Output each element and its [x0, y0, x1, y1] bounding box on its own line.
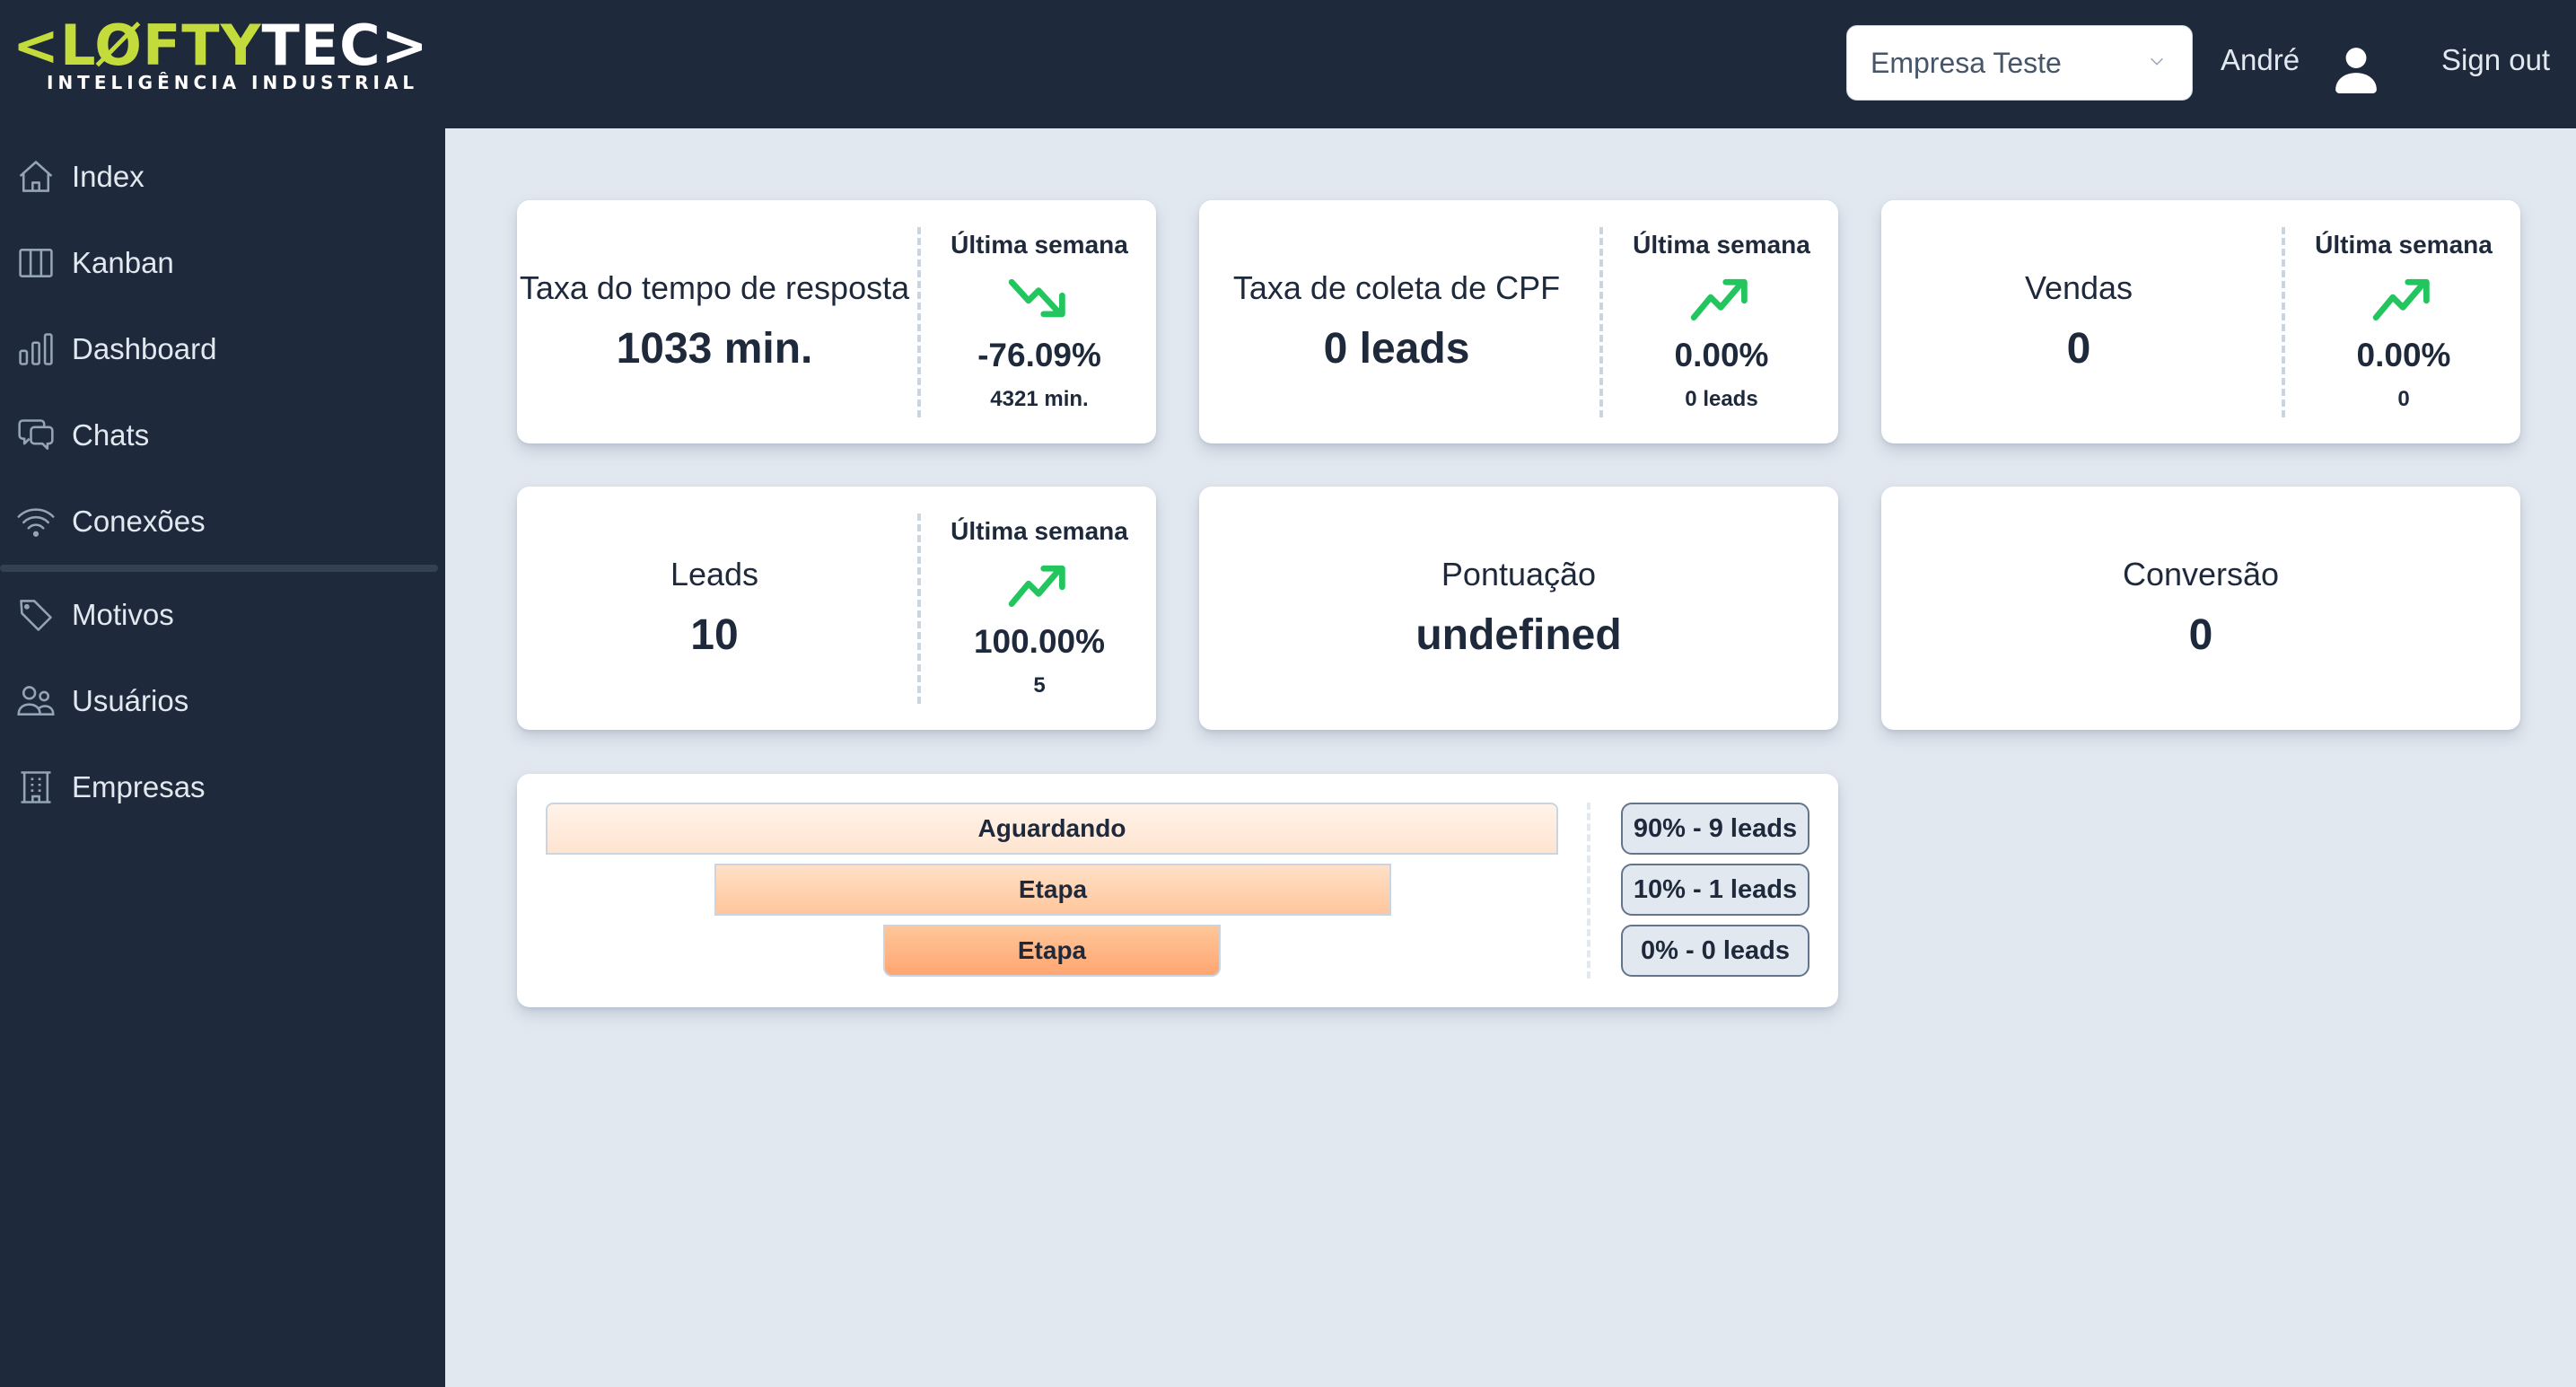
top-header: <LØFTYTEC> INTELIGÊNCIA INDUSTRIAL Empre…	[0, 0, 2576, 128]
metric-main: Pontuação undefined	[1199, 487, 1838, 730]
metric-card-pontuacao: Pontuação undefined	[1199, 487, 1838, 730]
metric-weekly: Última semana 0.00% 0	[2287, 200, 2520, 443]
chat-bubbles-icon	[18, 419, 54, 450]
dashed-divider	[2282, 227, 2285, 417]
user-name: André	[2221, 43, 2300, 76]
metric-main: Conversão 0	[1881, 487, 2520, 730]
sidebar-item-index[interactable]: Index	[0, 141, 438, 213]
week-label: Última semana	[951, 231, 1128, 259]
funnel-stage[interactable]: Etapa	[883, 925, 1221, 977]
user-icon[interactable]	[2334, 45, 2379, 93]
sidebar-item-label: Chats	[72, 418, 150, 452]
sidebar-item-dashboard[interactable]: Dashboard	[0, 313, 438, 385]
sidebar: Index Kanban Dashboard Chats Conexões Mo…	[0, 128, 445, 1387]
funnel-card: Aguardando Etapa Etapa 90% - 9 leads 10%…	[517, 774, 1838, 1007]
week-change-percent: 100.00%	[973, 623, 1106, 660]
metric-title: Vendas	[2024, 268, 2134, 306]
sidebar-item-chats[interactable]: Chats	[0, 399, 438, 471]
sidebar-item-label: Empresas	[72, 770, 206, 803]
week-change-percent: 0.00%	[2356, 337, 2451, 373]
sidebar-item-label: Motivos	[72, 598, 174, 631]
sidebar-item-label: Index	[72, 160, 145, 193]
metric-value: 0	[2188, 610, 2213, 659]
funnel-stage[interactable]: Etapa	[714, 864, 1391, 916]
metric-value: 1033 min.	[616, 324, 813, 373]
metric-value: undefined	[1415, 610, 1622, 659]
logo-tagline: INTELIGÊNCIA INDUSTRIAL	[47, 72, 419, 93]
metric-title: Leads	[670, 555, 759, 593]
trend-up-icon	[2372, 278, 2430, 320]
metric-card-vendas: Vendas 0 Última semana 0.00% 0	[1881, 200, 2520, 443]
week-label: Última semana	[2315, 231, 2493, 259]
metric-title: Taxa do tempo de resposta	[519, 268, 910, 306]
trend-up-icon	[1008, 565, 1065, 607]
metric-card-leads: Leads 10 Última semana 100.00% 5	[517, 487, 1156, 730]
funnel-stage-badge: 0% - 0 leads	[1621, 925, 1809, 977]
users-icon	[17, 686, 55, 715]
sidebar-item-conexoes[interactable]: Conexões	[0, 486, 438, 557]
home-icon	[19, 161, 53, 192]
sidebar-item-label: Usuários	[72, 684, 189, 717]
metric-weekly: Última semana 0.00% 0 leads	[1605, 200, 1838, 443]
week-change-percent: -76.09%	[977, 337, 1101, 373]
week-previous-value: 4321 min.	[990, 387, 1089, 411]
metric-title: Pontuação	[1441, 555, 1597, 593]
metric-card-cpf: Taxa de coleta de CPF 0 leads Última sem…	[1199, 200, 1838, 443]
dashed-divider	[1599, 227, 1603, 417]
company-select-value: Empresa Teste	[1871, 46, 2062, 79]
tag-icon	[20, 600, 52, 631]
funnel-stage-badge: 90% - 9 leads	[1621, 803, 1809, 855]
sidebar-item-label: Dashboard	[72, 332, 217, 365]
building-icon	[21, 771, 51, 803]
metric-card-conversao: Conversão 0	[1881, 487, 2520, 730]
sidebar-item-motivos[interactable]: Motivos	[0, 579, 438, 651]
metric-weekly: Última semana 100.00% 5	[923, 487, 1156, 730]
metric-main: Leads 10	[517, 487, 912, 730]
metric-value: 10	[690, 610, 739, 659]
columns-icon	[19, 249, 53, 277]
sidebar-divider	[0, 565, 438, 572]
dashed-divider	[917, 227, 921, 417]
metric-title: Conversão	[2122, 555, 2280, 593]
week-previous-value: 5	[1033, 673, 1046, 698]
sidebar-item-label: Conexões	[72, 505, 206, 538]
trend-down-icon	[1008, 278, 1065, 318]
sidebar-item-usuarios[interactable]: Usuários	[0, 665, 438, 737]
week-previous-value: 0	[2397, 387, 2410, 411]
metric-main: Vendas 0	[1881, 200, 2276, 443]
funnel-stage-label: Etapa	[1017, 936, 1087, 964]
sign-out-button[interactable]: Sign out	[2441, 43, 2550, 77]
company-select[interactable]: Empresa Teste	[1846, 25, 2193, 101]
metric-main: Taxa do tempo de resposta 1033 min.	[517, 200, 912, 443]
sidebar-item-label: Kanban	[72, 246, 174, 279]
week-label: Última semana	[1633, 231, 1810, 259]
logo-wordmark: <LØFTYTEC>	[13, 16, 429, 75]
loftytec-logo[interactable]: <LØFTYTEC> INTELIGÊNCIA INDUSTRIAL	[13, 16, 428, 97]
bar-chart-icon	[19, 333, 53, 365]
metric-main: Taxa de coleta de CPF 0 leads	[1199, 200, 1594, 443]
week-change-percent: 0.00%	[1674, 337, 1769, 373]
dashed-divider	[917, 514, 921, 704]
logo-wordmark-lime: <LØFTY	[13, 13, 262, 78]
metric-title: Taxa de coleta de CPF	[1232, 268, 1561, 306]
funnel-stage-badge: 10% - 1 leads	[1621, 864, 1809, 916]
wifi-icon	[17, 508, 55, 537]
main-content: Taxa do tempo de resposta 1033 min. Últi…	[445, 128, 2576, 1387]
sidebar-item-empresas[interactable]: Empresas	[0, 751, 438, 823]
sidebar-item-kanban[interactable]: Kanban	[0, 227, 438, 299]
funnel-stage-label: Etapa	[1018, 875, 1088, 903]
funnel-stage[interactable]: Aguardando	[546, 803, 1558, 855]
metric-value: 0 leads	[1323, 324, 1470, 373]
trend-up-icon	[1690, 278, 1748, 320]
week-previous-value: 0 leads	[1685, 387, 1758, 411]
week-label: Última semana	[951, 517, 1128, 545]
metric-card-response-time: Taxa do tempo de resposta 1033 min. Últi…	[517, 200, 1156, 443]
dashed-divider	[1587, 803, 1590, 979]
funnel-stage-label: Aguardando	[977, 814, 1126, 842]
metric-weekly: Última semana -76.09% 4321 min.	[923, 200, 1156, 443]
logo-wordmark-white: TEC>	[261, 13, 429, 78]
metric-value: 0	[2066, 324, 2091, 373]
chevron-down-icon	[2151, 57, 2163, 66]
